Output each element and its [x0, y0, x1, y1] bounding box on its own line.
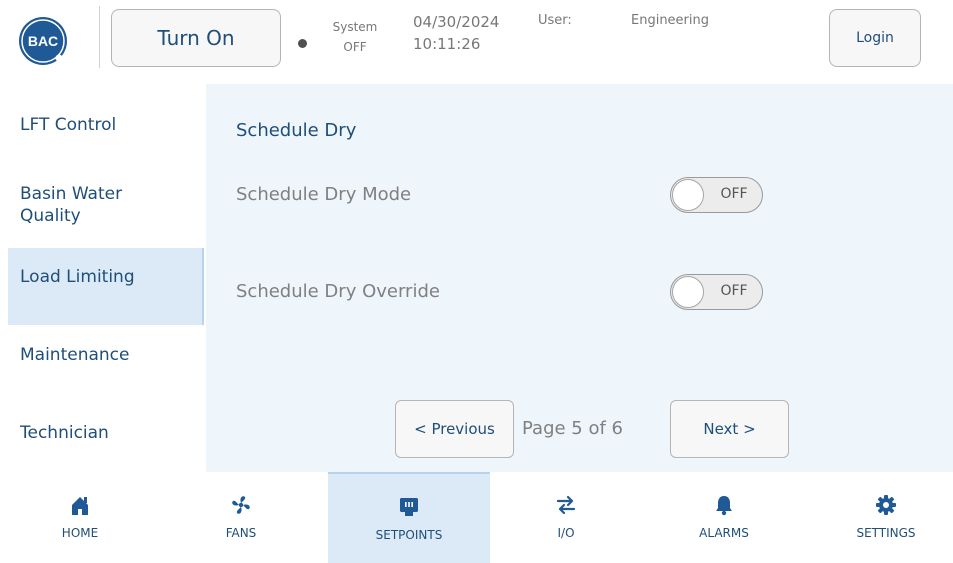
nav-label: HOME — [61, 526, 99, 540]
sidebar-item-label: Technician — [20, 423, 109, 443]
nav-io[interactable]: I/O — [506, 472, 626, 563]
sidebar-item-basin-water-quality[interactable]: Basin Water Quality — [8, 170, 204, 240]
io-arrows-icon — [556, 495, 576, 515]
logo-text: BAC — [28, 33, 58, 49]
header-divider — [99, 6, 100, 68]
setpoints-icon — [400, 498, 418, 516]
user-value: Engineering — [631, 13, 709, 28]
sidebar-item-label: Basin Water Quality — [20, 184, 123, 226]
nav-settings[interactable]: SETTINGS — [826, 472, 946, 563]
sidebar: LFT Control Basin Water Quality Load Lim… — [0, 84, 206, 472]
sidebar-item-load-limiting[interactable]: Load Limiting — [8, 248, 204, 325]
header-bar: BAC Turn On System OFF 04/30/2024 10:11:… — [0, 0, 953, 84]
user-label: User: — [538, 13, 572, 28]
toggle-state-label: OFF — [720, 186, 748, 202]
sidebar-item-label: Load Limiting — [20, 267, 135, 287]
nav-home[interactable]: HOME — [20, 472, 140, 563]
sidebar-item-maintenance[interactable]: Maintenance — [8, 332, 204, 378]
nav-label: ALARMS — [699, 526, 749, 540]
turn-on-button[interactable]: Turn On — [111, 9, 281, 67]
gear-icon — [876, 495, 896, 515]
bac-logo: BAC — [19, 17, 67, 65]
nav-setpoints[interactable]: SETPOINTS — [328, 472, 490, 563]
time-display: 10:11:26 — [413, 35, 481, 53]
system-label: System — [332, 20, 378, 34]
bottom-navigation: HOME FANS SETPOINTS I/O ALARMS SETTINGS — [0, 472, 953, 563]
sidebar-item-label: Maintenance — [20, 345, 130, 365]
schedule-dry-mode-toggle[interactable]: OFF — [670, 177, 763, 213]
nav-label: SETPOINTS — [375, 528, 443, 542]
sidebar-item-technician[interactable]: Technician — [8, 410, 204, 456]
section-title: Schedule Dry — [236, 120, 357, 141]
nav-label: I/O — [557, 526, 575, 540]
next-page-button[interactable]: Next > — [670, 400, 789, 458]
login-button[interactable]: Login — [829, 9, 921, 67]
page-indicator: Page 5 of 6 — [522, 418, 623, 439]
schedule-dry-override-label: Schedule Dry Override — [236, 281, 440, 302]
bell-icon — [716, 496, 732, 516]
nav-label: SETTINGS — [856, 526, 916, 540]
main-panel: Schedule Dry Schedule Dry Mode OFF Sched… — [206, 84, 953, 472]
sidebar-item-label: LFT Control — [20, 115, 117, 135]
nav-label: FANS — [225, 526, 257, 540]
previous-page-button[interactable]: < Previous — [395, 400, 514, 458]
date-display: 04/30/2024 — [413, 13, 500, 31]
nav-alarms[interactable]: ALARMS — [664, 472, 784, 563]
schedule-dry-override-toggle[interactable]: OFF — [670, 274, 763, 310]
fan-icon — [232, 496, 250, 514]
toggle-knob — [672, 179, 704, 211]
schedule-dry-mode-label: Schedule Dry Mode — [236, 184, 412, 205]
system-status-indicator — [298, 39, 307, 48]
nav-fans[interactable]: FANS — [181, 472, 301, 563]
home-icon — [72, 497, 88, 515]
sidebar-item-lft-control[interactable]: LFT Control — [8, 102, 204, 148]
toggle-state-label: OFF — [720, 283, 748, 299]
system-status-value: OFF — [343, 40, 367, 54]
toggle-knob — [672, 276, 704, 308]
